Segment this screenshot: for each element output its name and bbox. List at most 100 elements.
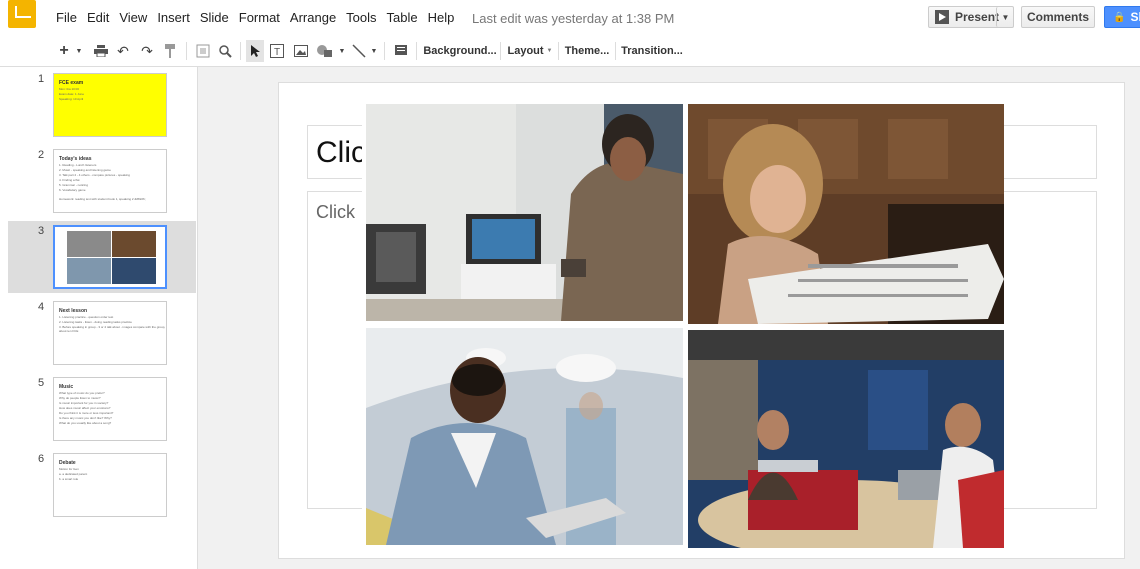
slide-number: 3 xyxy=(38,225,45,237)
menu-insert[interactable]: Insert xyxy=(157,10,190,25)
slide-preview xyxy=(53,225,167,289)
toolbar: + ▼ ↶ ↷ T ▼ ▼ Background... Layout ▼ The… xyxy=(0,36,1140,67)
photo-tv-room xyxy=(366,104,683,321)
comment-icon[interactable] xyxy=(392,40,410,62)
slide-preview: FCE exam Mon: tba 10:00 Exam date: 1 Jun… xyxy=(53,73,167,137)
select-cursor-icon[interactable] xyxy=(246,40,264,62)
thumb-photo xyxy=(112,231,156,257)
menu-format[interactable]: Format xyxy=(239,10,280,25)
menu-arrange[interactable]: Arrange xyxy=(290,10,336,25)
slide-thumbnail-4[interactable]: 4 Next lesson 1. Listening practice - qu… xyxy=(8,297,196,369)
slide-thumbnail-1[interactable]: 1 FCE exam Mon: tba 10:00 Exam date: 1 J… xyxy=(8,69,196,141)
slide-filmstrip[interactable]: 1 FCE exam Mon: tba 10:00 Exam date: 1 J… xyxy=(0,67,198,569)
slide-line: 6. Vocabulary game xyxy=(59,188,86,192)
toolbar-divider xyxy=(615,42,616,60)
chevron-down-icon: ▼ xyxy=(546,48,553,54)
photo-radio-studio xyxy=(688,330,1004,548)
slide-footer: Homework: reading text with student book… xyxy=(59,197,146,201)
shape-dropdown-icon[interactable]: ▼ xyxy=(338,40,346,62)
thumb-photo xyxy=(67,258,111,284)
slide-line: 5. Grammar - noticing xyxy=(59,183,89,187)
paint-format-icon[interactable] xyxy=(162,40,180,62)
slide-line: a. a dedicated parent xyxy=(59,472,88,476)
new-slide-dropdown-icon[interactable]: ▼ xyxy=(74,40,84,62)
theme-button[interactable]: Theme... xyxy=(563,40,611,62)
menu-table[interactable]: Table xyxy=(387,10,418,25)
share-button[interactable]: 🔒 Sh xyxy=(1104,6,1140,28)
play-icon xyxy=(935,10,949,24)
thumb-photo xyxy=(67,231,111,257)
slide-line: 3. Before speaking in group - 3 or 4 tal… xyxy=(59,325,166,333)
slide-line: What type of music do you prefer? xyxy=(59,391,105,395)
thumb-photo xyxy=(112,258,156,284)
present-dropdown-button[interactable]: ▼ xyxy=(996,7,1014,27)
slide-line: Mon: tba 10:00 xyxy=(59,87,80,91)
slide-thumbnail-5[interactable]: 5 Music What type of music do you prefer… xyxy=(8,373,196,445)
slide-line: Exam date: 1 June xyxy=(59,92,85,96)
layout-button[interactable]: Layout ▼ xyxy=(506,40,554,62)
comments-button[interactable]: Comments xyxy=(1021,6,1095,28)
background-button[interactable]: Background... xyxy=(423,40,496,62)
present-label: Present xyxy=(955,10,1000,24)
undo-icon[interactable]: ↶ xyxy=(114,40,132,62)
svg-text:T: T xyxy=(274,47,280,58)
slide-line: b. a smart role xyxy=(59,477,79,481)
menu-help[interactable]: Help xyxy=(428,10,455,25)
slide-title: Today's ideas xyxy=(59,156,92,162)
image-icon[interactable] xyxy=(292,40,310,62)
last-edit-status[interactable]: Last edit was yesterday at 1:38 PM xyxy=(472,11,674,26)
new-slide-icon[interactable]: + xyxy=(56,40,72,62)
fit-icon[interactable] xyxy=(194,40,212,62)
text-box-icon[interactable]: T xyxy=(268,40,286,62)
zoom-icon[interactable] xyxy=(216,40,234,62)
layout-label: Layout xyxy=(507,45,544,57)
slide-title: FCE exam xyxy=(59,80,84,86)
slide-line: Do you think it is more or less importan… xyxy=(59,411,114,415)
toolbar-divider xyxy=(416,42,417,60)
slide-number: 2 xyxy=(38,149,45,161)
slide-line: 3. Talk part 2 - 4 others - compare pict… xyxy=(59,173,130,177)
slides-logo-icon[interactable] xyxy=(8,0,36,28)
menu-file[interactable]: File xyxy=(56,10,77,25)
line-dropdown-icon[interactable]: ▼ xyxy=(370,40,378,62)
transition-button[interactable]: Transition... xyxy=(621,40,683,62)
menu-view[interactable]: View xyxy=(119,10,147,25)
toolbar-divider xyxy=(186,42,187,60)
slide-line: 1. Reading - Lunch listeners xyxy=(59,163,97,167)
toolbar-divider xyxy=(240,42,241,60)
slide-thumbnail-2[interactable]: 2 Today's ideas 1. Reading - Lunch liste… xyxy=(8,145,196,217)
slide-title: Music xyxy=(59,384,74,390)
main-menu: File Edit View Insert Slide Format Arran… xyxy=(56,10,464,25)
photo-collage-image[interactable] xyxy=(362,98,1004,553)
slide-line: 2. Listening tasks - listen - doing read… xyxy=(59,320,132,324)
shape-icon[interactable] xyxy=(314,40,336,62)
redo-icon[interactable]: ↷ xyxy=(138,40,156,62)
slide-line: What do you usually like about a song? xyxy=(59,421,112,425)
slide-thumbnail-6[interactable]: 6 Debate Motion for Gen a. a dedicated p… xyxy=(8,449,196,521)
menu-tools[interactable]: Tools xyxy=(346,10,376,25)
chevron-down-icon: ▼ xyxy=(1001,12,1010,22)
slide-number: 6 xyxy=(38,453,45,465)
slide-line: 2. Music - speaking and listening game xyxy=(59,168,111,172)
slide-preview: Music What type of music do you prefer? … xyxy=(53,377,167,441)
slide-line: Is there any music you don't like? Why? xyxy=(59,416,112,420)
slide-line: 4. Finding a flat xyxy=(59,178,80,182)
slide-line: Why do people listen to music? xyxy=(59,396,101,400)
slide-number: 1 xyxy=(38,73,45,85)
menu-edit[interactable]: Edit xyxy=(87,10,109,25)
toolbar-divider xyxy=(384,42,385,60)
menu-slide[interactable]: Slide xyxy=(200,10,229,25)
photo-man-with-tablet xyxy=(366,328,683,545)
slide-thumbnail-3[interactable]: 3 xyxy=(8,221,196,293)
line-icon[interactable] xyxy=(350,40,368,62)
toolbar-divider xyxy=(558,42,559,60)
slide-preview: Debate Motion for Gen a. a dedicated par… xyxy=(53,453,167,517)
photo-newspaper-reader xyxy=(688,104,1004,324)
slide-line: 1. Listening practice - question order t… xyxy=(59,315,114,319)
slide-line: Is music important for you in society? xyxy=(59,401,109,405)
share-label: Sh xyxy=(1130,10,1140,24)
print-icon[interactable] xyxy=(92,40,110,62)
slide-number: 4 xyxy=(38,301,45,313)
slide-preview: Next lesson 1. Listening practice - ques… xyxy=(53,301,167,365)
lock-icon: 🔒 xyxy=(1113,11,1126,23)
